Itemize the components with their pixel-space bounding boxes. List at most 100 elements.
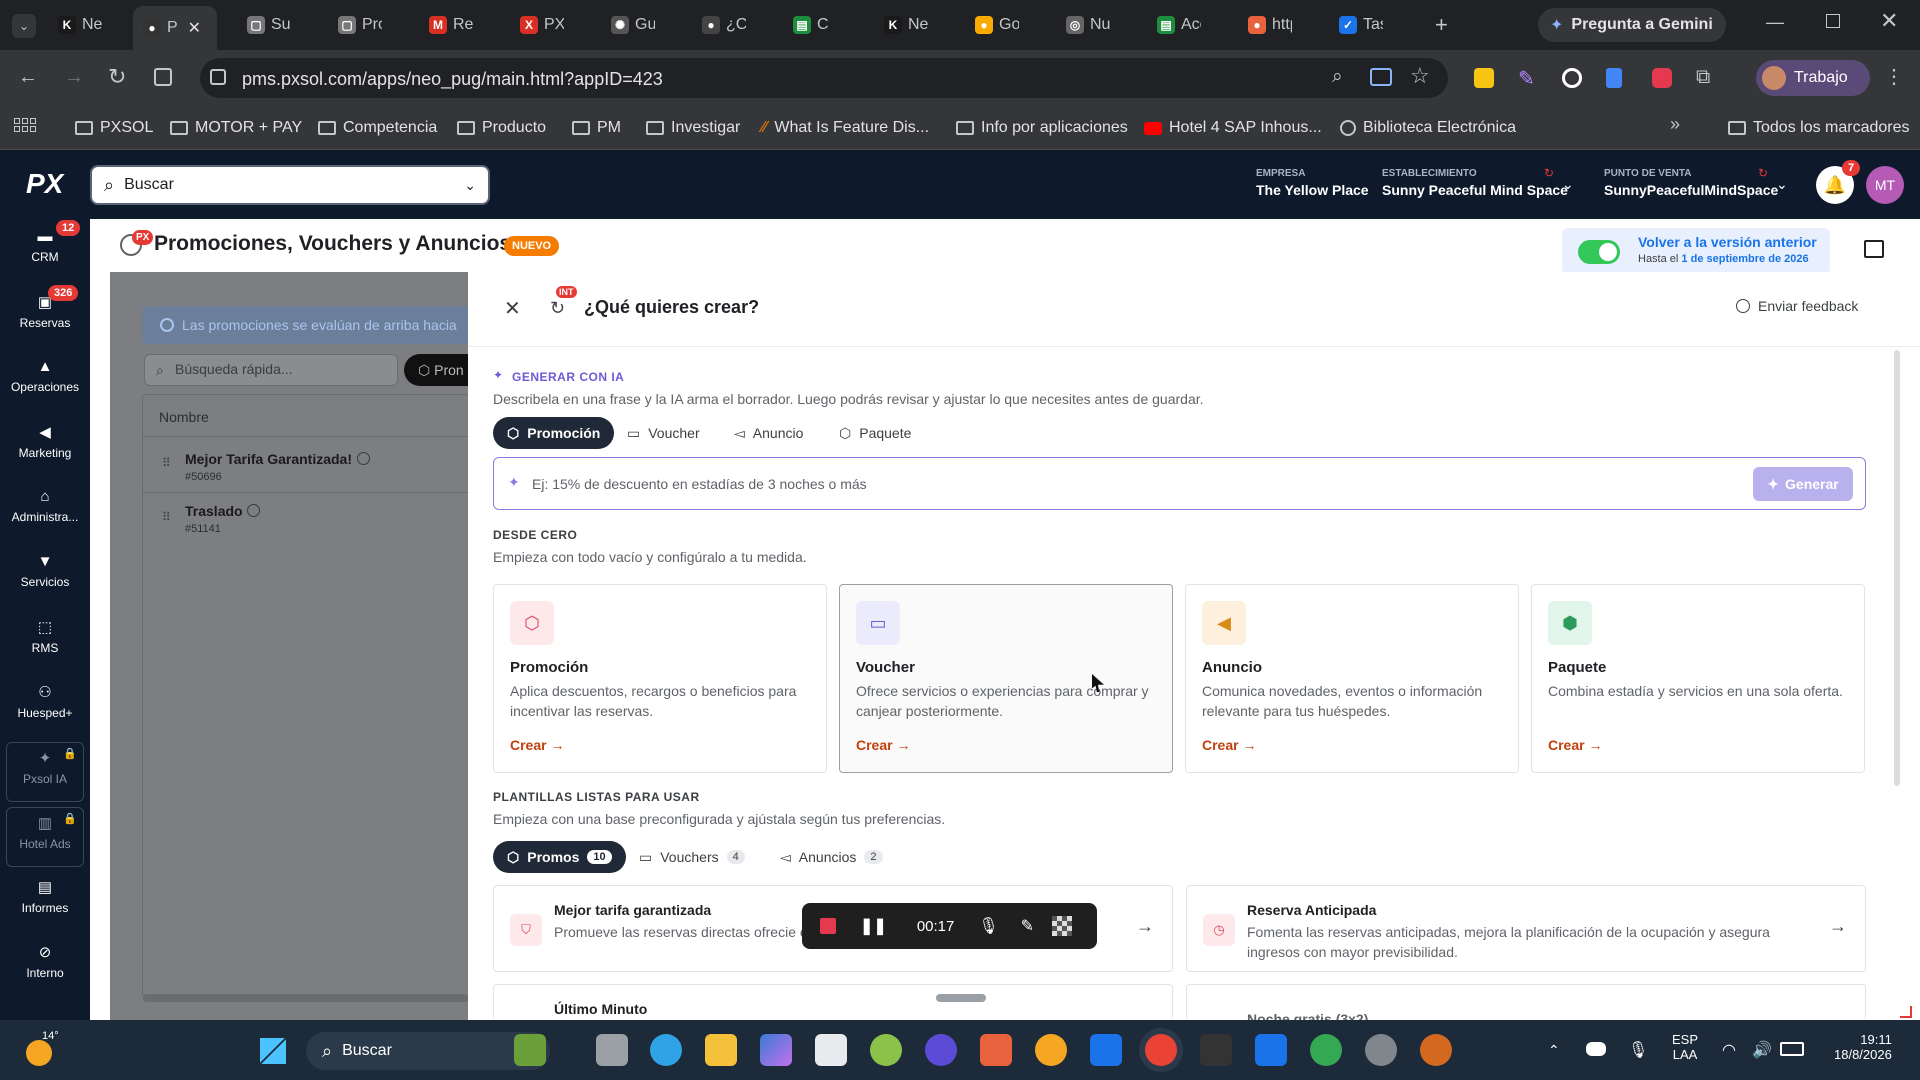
browser-tab[interactable]: M Recit	[419, 8, 473, 42]
profile-button[interactable]: Trabajo	[1756, 60, 1870, 96]
wifi-icon[interactable]: ◠	[1722, 1040, 1736, 1060]
onedrive-icon[interactable]	[1586, 1042, 1606, 1056]
card-create-link[interactable]: Crear →	[1548, 737, 1602, 753]
nav-item[interactable]: ▥ Hotel Ads 🔒	[6, 807, 84, 867]
browser-tab[interactable]: ◎ Nue	[1056, 8, 1110, 42]
bookmark-item[interactable]: Info por aplicaciones	[956, 115, 1128, 141]
nav-item[interactable]: ⊘ Interno	[0, 937, 90, 997]
windows-start-icon[interactable]	[260, 1038, 286, 1064]
app-spiral-icon[interactable]	[870, 1034, 902, 1066]
card-create-link[interactable]: Crear →	[510, 737, 564, 753]
bookmark-item[interactable]: MOTOR + PAY	[170, 115, 302, 141]
book-icon[interactable]	[1864, 240, 1884, 258]
weather-icon[interactable]	[26, 1040, 52, 1066]
global-search[interactable]: ⌕ Buscar ⌄	[90, 165, 490, 205]
nav-item[interactable]: ⬚ RMS	[0, 612, 90, 672]
grid-icon[interactable]	[1052, 916, 1073, 936]
panel-scrollbar[interactable]	[1894, 350, 1900, 786]
drag-handle-icon[interactable]: ⠿	[162, 510, 171, 524]
extension-s-icon[interactable]	[1562, 68, 1582, 88]
microphone-icon[interactable]: 🎙	[978, 916, 998, 936]
info-icon[interactable]	[357, 452, 370, 465]
tmpl-tab-promos[interactable]: ⬡ Promos 10	[493, 841, 626, 873]
ai-tab-promocion[interactable]: ⬡ Promoción	[493, 417, 615, 449]
card-create-link[interactable]: Crear →	[1202, 737, 1256, 753]
terminal-icon[interactable]	[1200, 1034, 1232, 1066]
site-info-icon[interactable]	[210, 69, 226, 85]
template-card[interactable]: ◷ Reserva Anticipada Fomenta las reserva…	[1186, 885, 1866, 972]
bookmark-item[interactable]: ⁄⁄ What Is Feature Dis...	[762, 115, 929, 141]
extension-record-icon[interactable]	[1652, 68, 1672, 88]
restore-window-icon[interactable]	[1826, 14, 1840, 28]
keyboard-language[interactable]: ESP LAA	[1672, 1032, 1698, 1062]
tab-close-icon[interactable]: ✕	[188, 18, 201, 38]
ai-tab-anuncio[interactable]: ◅ Anuncio	[734, 417, 803, 449]
install-app-icon[interactable]	[1370, 68, 1392, 86]
app-lion-icon[interactable]	[1420, 1034, 1452, 1066]
nav-item[interactable]: ⌂ Administra...	[0, 482, 90, 542]
notepad-icon[interactable]	[1255, 1034, 1287, 1066]
chrome-icon[interactable]	[1145, 1034, 1177, 1066]
reload-icon[interactable]: ↻	[108, 64, 126, 90]
template-card[interactable]: Noche gratis (3x2)	[1186, 984, 1866, 1020]
chevron-down-icon[interactable]: ⌄	[1776, 176, 1788, 193]
browser-tab[interactable]: ▤ C	[783, 8, 837, 42]
browser-tab[interactable]: ▢ Sunn	[237, 8, 291, 42]
horizontal-scrollbar[interactable]	[143, 994, 469, 1002]
extensions-puzzle-icon[interactable]: ⧉	[1696, 66, 1710, 89]
bookmark-item[interactable]: Hotel 4 SAP Inhous...	[1144, 115, 1322, 141]
nav-item[interactable]: ◀ Marketing	[0, 417, 90, 477]
bookmark-item[interactable]: PXSOL	[75, 115, 153, 141]
volume-icon[interactable]: 🔊	[1752, 1040, 1772, 1060]
edge-icon[interactable]	[650, 1034, 682, 1066]
browser-tab[interactable]: ✓ Tasks	[1329, 8, 1383, 42]
tmpl-tab-anuncios[interactable]: ◅ Anuncios 2	[780, 841, 883, 873]
claude-icon[interactable]	[980, 1034, 1012, 1066]
file-explorer-icon[interactable]	[705, 1034, 737, 1066]
minimize-window-icon[interactable]: —	[1766, 12, 1784, 33]
create-card-voucher[interactable]: ▭ Voucher Ofrece servicios o experiencias …	[839, 584, 1173, 773]
row-name[interactable]: Traslado	[185, 503, 243, 519]
new-tab-button[interactable]: +	[1435, 12, 1448, 38]
extension-notes-icon[interactable]	[1474, 68, 1494, 88]
create-card-anuncio[interactable]: ◀ Anuncio Comunica novedades, eventos o in…	[1185, 584, 1519, 773]
nav-item[interactable]: ⚇ Huesped+	[0, 677, 90, 737]
browser-tab[interactable]: ▤ Acce	[1147, 8, 1201, 42]
gemini-button[interactable]: ✦ Pregunta a Gemini	[1538, 8, 1726, 42]
bookmark-item[interactable]: Investigar	[646, 115, 740, 141]
create-card-promoción[interactable]: ⬡ Promoción Aplica descuentos, recargos o …	[493, 584, 827, 773]
bookmark-item[interactable]: Biblioteca Electrónica	[1340, 115, 1516, 141]
browser-tab[interactable]: ● P ✕	[133, 6, 217, 50]
split-view-icon[interactable]	[154, 68, 172, 86]
tray-chevron-icon[interactable]: ⌃	[1548, 1042, 1560, 1059]
back-icon[interactable]: ←	[18, 66, 38, 89]
app-face-icon[interactable]	[1035, 1034, 1067, 1066]
browser-tab[interactable]: K Nexu	[874, 8, 928, 42]
tmpl-tab-vouchers[interactable]: ▭ Vouchers 4	[639, 841, 745, 873]
pen-icon[interactable]: ✎	[1021, 916, 1034, 936]
task-view-icon[interactable]	[596, 1034, 628, 1066]
microphone-icon[interactable]: 🎙	[1628, 1040, 1648, 1060]
more-bookmarks-icon[interactable]: »	[1670, 114, 1680, 135]
feedback-button[interactable]: Enviar feedback	[1736, 298, 1858, 314]
zoom-icon[interactable]: ⌕	[1332, 66, 1343, 88]
snipping-icon[interactable]	[815, 1034, 847, 1066]
empresa-selector[interactable]: EMPRESA The Yellow Place	[1256, 168, 1369, 198]
extension-feather-icon[interactable]: ✎	[1518, 66, 1535, 91]
prev-version-toggle[interactable]	[1578, 240, 1620, 264]
punto-venta-selector[interactable]: PUNTO DE VENTA SunnyPeacefulMindSpace	[1604, 168, 1778, 198]
ai-tab-voucher[interactable]: ▭ Voucher	[627, 417, 700, 449]
drag-handle-icon[interactable]: ⠿	[162, 456, 171, 470]
stop-record-icon[interactable]	[820, 918, 836, 934]
battery-icon[interactable]	[1780, 1042, 1804, 1056]
extension-doc-icon[interactable]	[1606, 68, 1622, 88]
bookmark-star-icon[interactable]: ☆	[1410, 63, 1430, 89]
all-bookmarks[interactable]: Todos los marcadores	[1728, 115, 1910, 141]
browser-tab[interactable]: ▢ Prom	[328, 8, 382, 42]
pause-icon[interactable]: ❚❚	[860, 916, 887, 936]
nav-item[interactable]: ▲ Operaciones	[0, 352, 90, 412]
browser-tab[interactable]: K Nexu	[48, 8, 102, 42]
browser-tab[interactable]: ● Goo	[965, 8, 1019, 42]
establecimiento-selector[interactable]: ESTABLECIMIENTO Sunny Peaceful Mind Spac…	[1382, 168, 1568, 198]
clock[interactable]: 19:11 18/8/2026	[1834, 1032, 1892, 1062]
